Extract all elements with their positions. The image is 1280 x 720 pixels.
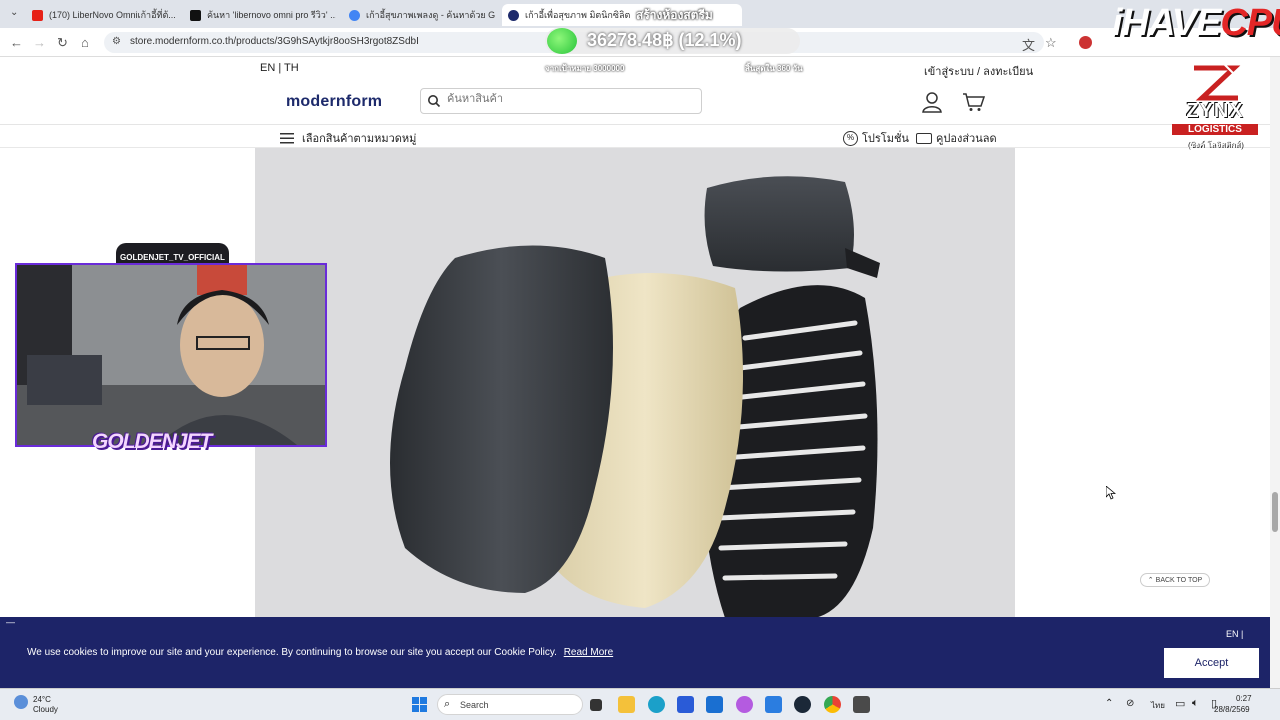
weather-icon [14, 695, 28, 709]
tab-title: ค้นหา 'libernovo omni pro รีวิว' ... [207, 10, 336, 20]
taskbar-search[interactable]: ⌕ Search [437, 694, 583, 715]
reload-icon[interactable]: ↻ [57, 35, 68, 51]
tab-title: (170) LiberNovo Omniเก้าอี้ที่ต้... [49, 10, 176, 20]
edge-icon[interactable] [648, 696, 665, 713]
bookmark-star-icon[interactable]: ☆ [1045, 35, 1057, 51]
weather-temp[interactable]: 24°C [33, 695, 51, 704]
read-more-link[interactable]: Read More [564, 647, 613, 658]
zynx-tagline: LOGISTICS [1172, 124, 1258, 135]
cookie-banner-handle: — [6, 617, 15, 627]
tab-tiktok[interactable]: ค้นหา 'libernovo omni pro รีวิว' ... ✕ [184, 4, 336, 26]
coupon-link[interactable]: คูปองส่วนลด [916, 129, 997, 147]
tab-title: เก้าอี้เพื่อสุขภาพ มิตนิกซิลิตร รุ่น... [525, 10, 630, 20]
app-store-icon[interactable] [677, 696, 694, 713]
webcam-feed [17, 265, 325, 445]
mail-icon[interactable] [765, 696, 782, 713]
clock-time[interactable]: 0:27 [1236, 694, 1252, 703]
chevron-up-icon[interactable]: ⌃ [1105, 698, 1113, 709]
cookie-lang[interactable]: EN | [1226, 629, 1243, 639]
tray-icon[interactable]: ⊘ [1126, 698, 1134, 709]
ihavecpu-logo: iHAVECPU [1112, 2, 1280, 44]
tab-modernform[interactable]: เก้าอี้เพื่อสุขภาพ มิตนิกซิลิตร รุ่น... … [502, 4, 742, 26]
category-bar: เลือกสินค้าตามหมวดหมู่ % โปรโมชั่น คูปอง… [0, 125, 1270, 148]
promotion-link[interactable]: % โปรโมชั่น [843, 129, 909, 147]
back-icon[interactable]: ← [10, 35, 23, 50]
tiktok-icon [190, 9, 201, 21]
webcam-brand-label: GOLDENJET [92, 430, 212, 453]
streamer-handle: GOLDENJET_TV_OFFICIAL [120, 253, 225, 262]
category-menu-button[interactable]: เลือกสินค้าตามหมวดหมู่ [280, 129, 416, 147]
login-register-link[interactable]: เข้าสู่ระบบ / ลงทะเบียน [924, 62, 1033, 80]
forward-icon[interactable]: → [33, 35, 46, 50]
weather-condition: Cloudy [33, 705, 58, 714]
task-view-icon[interactable] [590, 699, 602, 711]
taskbar-search-label: Search [460, 700, 489, 710]
scrollbar-thumb[interactable] [1272, 492, 1278, 532]
cookie-banner: — EN | We use cookies to improve our sit… [0, 617, 1270, 688]
copilot-icon[interactable] [736, 696, 753, 713]
search-input[interactable] [447, 93, 687, 105]
tab-title: เก้าอี้สุขภาพเพลงดู - ค้นหาด้วย Goo... [366, 10, 495, 20]
zynx-name: ZYNX [1186, 100, 1244, 122]
search-icon [428, 95, 441, 108]
search-box[interactable] [420, 88, 702, 114]
chrome-icon[interactable] [824, 696, 841, 713]
steam-icon[interactable] [794, 696, 811, 713]
input-language[interactable]: ไทย [1151, 699, 1165, 712]
cookie-message: We use cookies to improve our site and y… [27, 647, 613, 658]
start-button[interactable] [412, 697, 427, 712]
webcam-overlay [15, 263, 327, 447]
clock-date[interactable]: 28/8/2569 [1214, 705, 1250, 714]
tab-menu-icon[interactable]: ⌄ [10, 7, 18, 18]
language-switch[interactable]: EN | TH [260, 62, 299, 74]
google-icon [349, 9, 360, 21]
network-icon[interactable]: ▭ [1175, 697, 1185, 710]
zynx-logistics-logo: ZYNX LOGISTICS (ซิงค์ โลจิสติกส์) [1172, 62, 1258, 150]
zynx-thai-name: (ซิงค์ โลจิสติกส์) [1187, 140, 1243, 149]
windows-taskbar: 24°C Cloudy ⌕ Search ⌃ ⊘ ไทย ▭ 🔈︎ ▯ 0:27… [0, 688, 1280, 720]
stream-room-badge: สร้างห้องสตรีม [636, 7, 713, 22]
file-explorer-icon[interactable] [618, 696, 635, 713]
category-menu-label: เลือกสินค้าตามหมวดหมู่ [302, 133, 417, 145]
back-to-top-label: BACK TO TOP [1155, 576, 1203, 584]
site-info-icon[interactable]: ⚙ [112, 36, 121, 47]
cookie-text: We use cookies to improve our site and y… [27, 647, 557, 658]
store-icon[interactable] [706, 696, 723, 713]
donation-ticker: 36278.48฿ (12.1%) [545, 28, 800, 54]
tab-google[interactable]: เก้าอี้สุขภาพเพลงดู - ค้นหาด้วย Goo... ✕ [343, 4, 495, 26]
modernform-logo[interactable]: modernform [286, 93, 382, 111]
status-dot-icon [547, 28, 577, 54]
chair-illustration [390, 176, 880, 618]
site-top-strip: EN | TH จากเป้าหมาย 3000000 สิ้นสุดใน 36… [0, 57, 1270, 79]
coupon-label: คูปองส่วนลด [936, 133, 997, 145]
mouse-cursor-icon [1106, 486, 1116, 500]
ticker-value: 36278.48฿ (12.1%) [587, 30, 742, 50]
promotion-badge-icon: % [843, 130, 858, 146]
goal-days-text: สิ้นสุดใน 360 วัน [745, 64, 803, 73]
promotion-label: โปรโมชั่น [862, 133, 909, 145]
user-icon[interactable] [922, 91, 942, 113]
goal-text: จากเป้าหมาย 3000000 [545, 64, 625, 73]
tab-youtube[interactable]: (170) LiberNovo Omniเก้าอี้ที่ต้... ✕ [26, 4, 178, 26]
calculator-icon[interactable] [853, 696, 870, 713]
translate-icon[interactable]: 文 [1022, 35, 1035, 54]
coupon-ticket-icon [916, 132, 932, 144]
browser-tab-bar: ⌄ (170) LiberNovo Omniเก้าอี้ที่ต้... ✕ … [0, 0, 1280, 28]
cart-icon[interactable] [962, 92, 985, 112]
youtube-icon [32, 9, 43, 21]
product-image [255, 148, 1015, 618]
url-text: store.modernform.co.th/products/3G9hSAyt… [130, 36, 419, 47]
speaker-icon[interactable]: 🔈︎ [1192, 697, 1199, 710]
accept-cookies-button[interactable]: Accept [1164, 648, 1259, 678]
search-icon: ⌕ [444, 698, 451, 710]
chevron-up-icon: ⌃ [1147, 577, 1154, 584]
modernform-icon [508, 9, 519, 21]
home-icon[interactable]: ⌂ [81, 35, 89, 50]
back-to-top-button[interactable]: ⌃ BACK TO TOP [1140, 573, 1210, 587]
hamburger-menu-icon [280, 132, 294, 143]
extension-icon[interactable] [1079, 36, 1092, 49]
site-header: modernform [0, 79, 1270, 125]
page-scrollbar[interactable] [1270, 57, 1280, 688]
